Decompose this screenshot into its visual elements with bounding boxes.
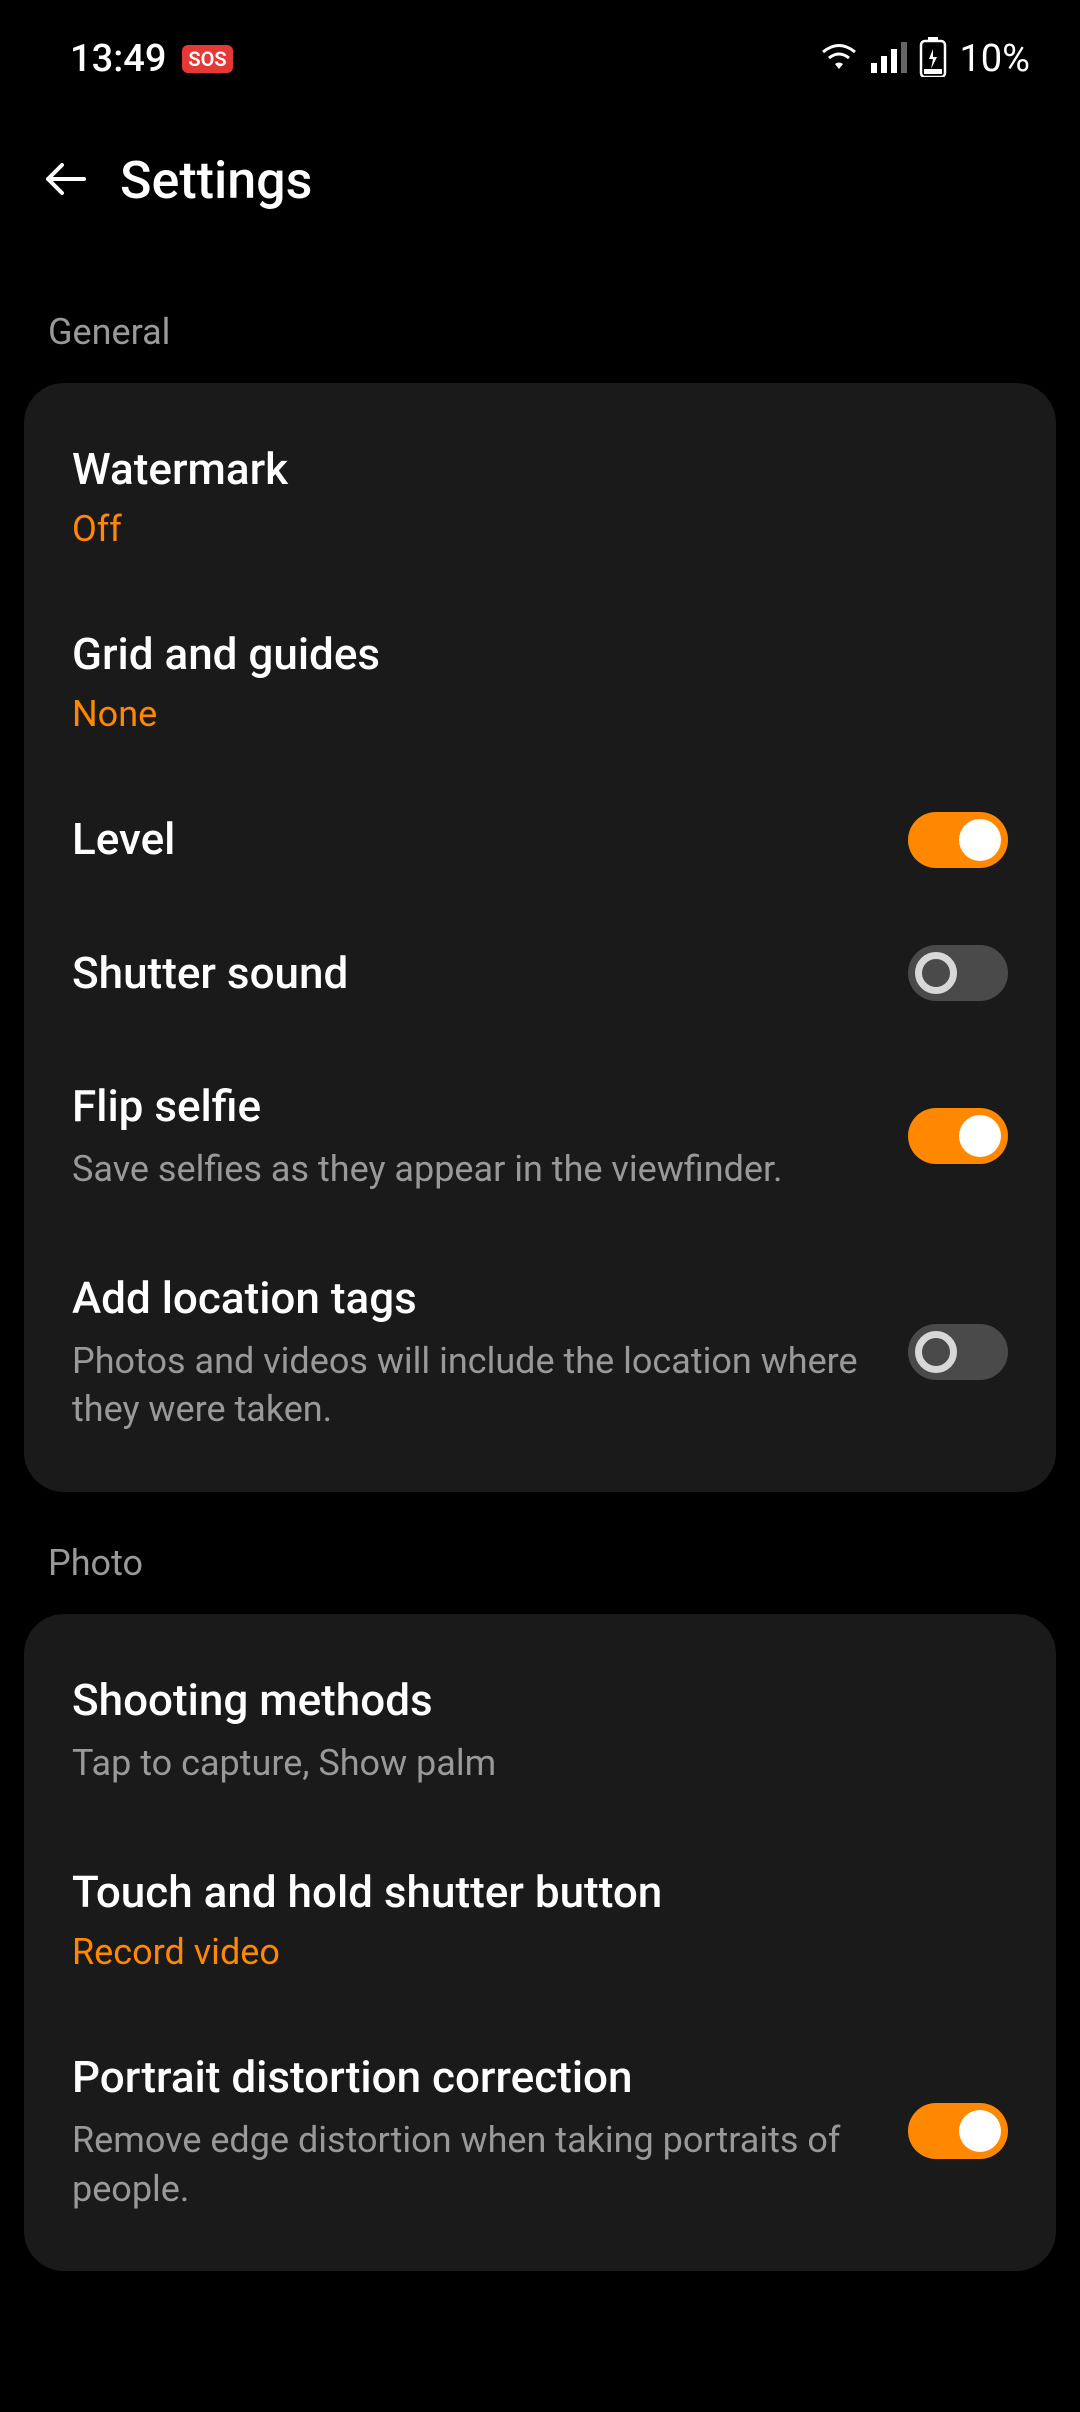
status-left: 13:49 SOS <box>70 37 233 81</box>
back-arrow-icon[interactable] <box>40 153 92 209</box>
setting-shooting-methods[interactable]: Shooting methods Tap to capture, Show pa… <box>24 1634 1056 1826</box>
toggle-portrait-distortion[interactable] <box>908 2103 1008 2159</box>
setting-level[interactable]: Level <box>24 773 1056 906</box>
setting-flip-selfie-desc: Save selfies as they appear in the viewf… <box>72 1145 888 1194</box>
photo-card: Shooting methods Tap to capture, Show pa… <box>24 1614 1056 2271</box>
page-title: Settings <box>120 150 312 211</box>
general-card: Watermark Off Grid and guides None Level… <box>24 383 1056 1492</box>
setting-flip-selfie[interactable]: Flip selfie Save selfies as they appear … <box>24 1040 1056 1232</box>
signal-icon <box>871 41 907 77</box>
status-right: 10% <box>819 37 1030 81</box>
setting-watermark-title: Watermark <box>72 441 988 498</box>
page-header: Settings <box>0 110 1080 261</box>
setting-portrait-distortion[interactable]: Portrait distortion correction Remove ed… <box>24 2011 1056 2251</box>
wifi-icon <box>819 41 859 77</box>
sos-badge: SOS <box>182 45 232 73</box>
setting-grid-guides-title: Grid and guides <box>72 626 988 683</box>
setting-touch-hold-value: Record video <box>72 1931 988 1973</box>
setting-watermark-value: Off <box>72 508 988 550</box>
battery-icon <box>919 37 947 81</box>
section-label-photo: Photo <box>0 1492 1080 1614</box>
setting-location-tags-title: Add location tags <box>72 1270 888 1327</box>
setting-flip-selfie-title: Flip selfie <box>72 1078 888 1135</box>
setting-touch-hold-shutter[interactable]: Touch and hold shutter button Record vid… <box>24 1826 1056 2011</box>
status-bar: 13:49 SOS 10% <box>0 0 1080 110</box>
section-label-general: General <box>0 261 1080 383</box>
toggle-flip-selfie[interactable] <box>908 1108 1008 1164</box>
battery-percent: 10% <box>959 37 1030 81</box>
setting-grid-guides-value: None <box>72 693 988 735</box>
setting-watermark[interactable]: Watermark Off <box>24 403 1056 588</box>
setting-shooting-methods-desc: Tap to capture, Show palm <box>72 1739 988 1788</box>
setting-portrait-distortion-desc: Remove edge distortion when taking portr… <box>72 2116 888 2213</box>
setting-shutter-sound-title: Shutter sound <box>72 945 888 1002</box>
setting-location-tags[interactable]: Add location tags Photos and videos will… <box>24 1232 1056 1472</box>
status-time: 13:49 <box>70 37 166 81</box>
setting-shutter-sound[interactable]: Shutter sound <box>24 907 1056 1040</box>
setting-grid-guides[interactable]: Grid and guides None <box>24 588 1056 773</box>
toggle-location-tags[interactable] <box>908 1324 1008 1380</box>
toggle-level[interactable] <box>908 812 1008 868</box>
setting-portrait-distortion-title: Portrait distortion correction <box>72 2049 888 2106</box>
setting-location-tags-desc: Photos and videos will include the locat… <box>72 1337 888 1434</box>
setting-shooting-methods-title: Shooting methods <box>72 1672 988 1729</box>
setting-touch-hold-title: Touch and hold shutter button <box>72 1864 988 1921</box>
setting-level-title: Level <box>72 811 888 868</box>
toggle-shutter-sound[interactable] <box>908 945 1008 1001</box>
